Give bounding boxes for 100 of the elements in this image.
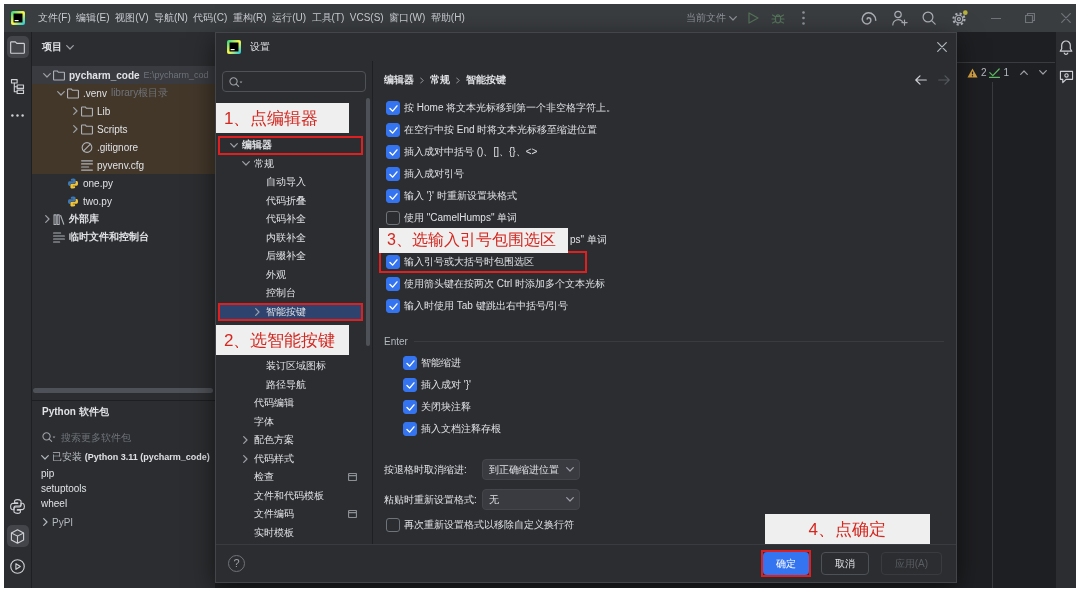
tree-item[interactable]: 路径导航	[218, 375, 363, 394]
search-field[interactable]: 搜索更多软件包	[61, 429, 201, 445]
chevron-right-icon[interactable]	[44, 215, 50, 223]
package-item[interactable]: pip	[41, 466, 55, 481]
breadcrumb-item[interactable]: 常规	[430, 73, 450, 87]
tree-item[interactable]: 字体	[218, 412, 363, 431]
tree-item[interactable]: 文件和代码模板	[218, 486, 363, 505]
scrollbar[interactable]	[33, 388, 213, 393]
tree-item[interactable]: 实时模板	[218, 523, 363, 542]
tree-item[interactable]: 代码样式	[218, 449, 363, 468]
package-item[interactable]: setuptools	[41, 481, 87, 496]
checkbox[interactable]	[403, 400, 417, 414]
package-item[interactable]: wheel	[41, 496, 68, 511]
tree-item[interactable]: Scripts	[32, 120, 215, 138]
checkbox[interactable]	[386, 299, 400, 313]
menu-item[interactable]: 代码(C)	[193, 10, 228, 26]
checkbox[interactable]	[386, 123, 400, 137]
chevron-up-icon[interactable]	[1020, 70, 1028, 75]
app-logo-icon[interactable]	[11, 11, 25, 25]
group-header[interactable]: PyPI	[32, 513, 215, 531]
tree-item[interactable]: 内联补全	[218, 228, 363, 247]
run-config-dropdown[interactable]: 当前文件	[686, 9, 737, 27]
tree-item[interactable]: two.py	[32, 192, 215, 210]
chevron-down-icon[interactable]	[41, 454, 49, 460]
menu-item[interactable]: 导航(N)	[153, 10, 188, 26]
search-field[interactable]	[222, 71, 366, 92]
checkbox[interactable]	[386, 167, 400, 181]
tree-item[interactable]: Lib	[32, 102, 215, 120]
dialog-button[interactable]: 取消	[820, 552, 869, 575]
checkbox[interactable]	[403, 378, 417, 392]
chevron-down-icon[interactable]	[229, 142, 238, 148]
chevron-right-icon[interactable]	[72, 125, 78, 133]
tree-item[interactable]: .gitignore	[32, 138, 215, 156]
tree-item[interactable]: 临时文件和控制台	[32, 228, 215, 246]
chevron-down-icon[interactable]	[43, 72, 51, 78]
breadcrumb-item[interactable]: 编辑器	[384, 73, 414, 87]
tree-item[interactable]: one.py	[32, 174, 215, 192]
menu-item[interactable]: 运行(U)	[272, 10, 307, 26]
tree-item[interactable]: 配色方案	[218, 431, 363, 450]
dialog-button[interactable]: 确定	[762, 552, 809, 575]
chat-bubble-icon[interactable]	[1058, 70, 1074, 84]
tree-item[interactable]: 编辑器	[218, 136, 363, 155]
dropdown[interactable]: 无	[481, 489, 580, 510]
scrollbar[interactable]	[366, 98, 370, 346]
menu-item[interactable]: 重构(R)	[232, 10, 267, 26]
tree-item[interactable]: 常规	[218, 154, 363, 173]
tree-item[interactable]: 外观	[218, 265, 363, 284]
chevron-down-icon[interactable]	[241, 161, 250, 167]
tree-item[interactable]: 代码补全	[218, 210, 363, 229]
chevron-right-icon[interactable]	[72, 107, 78, 115]
checkbox[interactable]	[386, 211, 400, 225]
menu-item[interactable]: 窗口(W)	[389, 10, 426, 26]
settings-icon[interactable]	[952, 10, 968, 26]
checkbox[interactable]	[403, 422, 417, 436]
tool-window-button[interactable]	[6, 36, 29, 58]
chevron-right-icon[interactable]	[255, 307, 260, 316]
checkbox[interactable]	[386, 518, 400, 532]
checkbox[interactable]	[386, 255, 400, 269]
close-icon[interactable]	[937, 42, 947, 52]
tree-item[interactable]: 代码编辑	[218, 394, 363, 413]
chevron-right-icon[interactable]	[42, 518, 48, 526]
search-icon[interactable]	[922, 11, 936, 25]
menu-item[interactable]: 帮助(H)	[430, 10, 465, 26]
tree-item[interactable]: 自动导入	[218, 173, 363, 192]
tree-item[interactable]: 后缀补全	[218, 247, 363, 266]
spiral-icon[interactable]	[861, 11, 877, 25]
checkbox[interactable]	[386, 101, 400, 115]
menu-item[interactable]: 工具(T)	[311, 10, 345, 26]
search-icon[interactable]	[42, 432, 56, 442]
tree-item[interactable]: 装订区域图标	[218, 357, 363, 376]
group-header[interactable]: 已安装 (Python 3.11 (pycharm_code)	[32, 448, 215, 466]
menu-item[interactable]: 视图(V)	[115, 10, 149, 26]
tool-window-button[interactable]	[6, 525, 29, 547]
inspection-widget[interactable]: 2 1	[963, 64, 1050, 81]
tree-item[interactable]: 文件编码	[218, 505, 363, 524]
chevron-down-icon[interactable]	[1039, 70, 1047, 75]
tree-item[interactable]: 智能按键	[218, 302, 363, 321]
tree-item[interactable]: .venv library根目录	[32, 84, 215, 102]
menu-item[interactable]: 编辑(E)	[76, 10, 110, 26]
checkbox[interactable]	[386, 189, 400, 203]
back-arrow-icon[interactable]	[915, 75, 927, 85]
chevron-right-icon[interactable]	[243, 454, 248, 463]
checkbox[interactable]	[403, 356, 417, 370]
bell-icon[interactable]	[1059, 40, 1073, 55]
view-selector[interactable]: 项目	[42, 32, 74, 62]
tree-item[interactable]: pyvenv.cfg	[32, 156, 215, 174]
add-person-icon[interactable]	[892, 10, 908, 26]
checkbox[interactable]	[386, 277, 400, 291]
menu-item[interactable]: 文件(F)	[38, 10, 71, 26]
tree-item[interactable]: 检查	[218, 468, 363, 487]
chevron-down-icon[interactable]	[57, 90, 65, 96]
checkbox[interactable]	[386, 145, 400, 159]
more-vertical-icon[interactable]	[802, 11, 805, 25]
tree-item[interactable]: 外部库	[32, 210, 215, 228]
chevron-right-icon[interactable]	[243, 436, 248, 445]
breadcrumb-item: 智能按键	[466, 73, 506, 87]
tree-item[interactable]: 控制台	[218, 284, 363, 303]
dropdown[interactable]: 到正确缩进位置	[481, 459, 580, 480]
menu-item[interactable]: VCS(S)	[349, 10, 384, 26]
tree-item[interactable]: 代码折叠	[218, 191, 363, 210]
